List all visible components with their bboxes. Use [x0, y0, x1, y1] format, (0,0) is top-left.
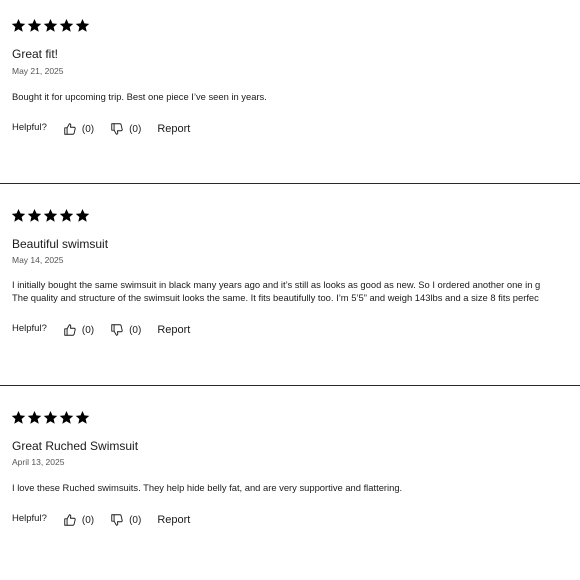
review-body-line: Bought it for upcoming trip. Best one pi…	[12, 91, 267, 102]
star-icon	[75, 18, 90, 33]
star-rating	[11, 410, 90, 425]
helpful-yes-count: (0)	[81, 514, 95, 526]
review-title: Great fit!	[12, 47, 59, 61]
star-icon	[11, 410, 26, 425]
thumbs-up-icon	[63, 513, 77, 527]
reviews-list: Great fit! May 21, 2025 Bought it for up…	[0, 0, 580, 580]
review-body-line: The quality and structure of the swimsui…	[12, 292, 539, 303]
review-actions: Helpful? (0) (0) Report	[12, 121, 190, 137]
star-icon	[43, 208, 58, 223]
review-body: I love these Ruched swimsuits. They help…	[12, 481, 402, 494]
helpful-label: Helpful?	[12, 512, 47, 524]
review-item: Great Ruched Swimsuit April 13, 2025 I l…	[0, 386, 580, 580]
report-button[interactable]: Report	[157, 123, 190, 135]
star-icon	[59, 208, 74, 223]
review-date: May 21, 2025	[12, 66, 64, 76]
review-title: Great Ruched Swimsuit	[12, 439, 139, 453]
thumbs-down-icon	[110, 323, 124, 337]
star-icon	[59, 18, 74, 33]
star-icon	[27, 208, 42, 223]
review-date: May 14, 2025	[12, 255, 64, 265]
helpful-yes-button[interactable]: (0)	[63, 513, 94, 527]
review-actions: Helpful? (0) (0) Report	[12, 512, 190, 528]
helpful-label: Helpful?	[12, 121, 47, 133]
review-body: Bought it for upcoming trip. Best one pi…	[12, 90, 267, 103]
thumbs-up-icon	[63, 122, 77, 136]
helpful-yes-count: (0)	[81, 324, 95, 336]
review-title: Beautiful swimsuit	[12, 237, 109, 251]
thumbs-down-icon	[110, 122, 124, 136]
helpful-yes-button[interactable]: (0)	[63, 323, 94, 337]
star-icon	[75, 410, 90, 425]
review-body-line: I initially bought the same swimsuit in …	[12, 279, 541, 290]
review-item: Beautiful swimsuit May 14, 2025 I initia…	[0, 184, 580, 385]
helpful-yes-button[interactable]: (0)	[63, 122, 94, 136]
report-button[interactable]: Report	[157, 514, 190, 526]
star-icon	[75, 208, 90, 223]
star-rating	[11, 208, 90, 223]
report-button[interactable]: Report	[157, 324, 190, 336]
review-date: April 13, 2025	[12, 457, 65, 467]
star-icon	[43, 18, 58, 33]
helpful-no-button[interactable]: (0)	[110, 513, 141, 527]
helpful-no-count: (0)	[129, 123, 142, 135]
review-body: I initially bought the same swimsuit in …	[12, 278, 540, 304]
review-item: Great fit! May 21, 2025 Bought it for up…	[0, 0, 580, 183]
review-body-line: I love these Ruched swimsuits. They help…	[12, 482, 403, 493]
helpful-yes-count: (0)	[81, 123, 95, 135]
helpful-no-button[interactable]: (0)	[110, 323, 141, 337]
helpful-label: Helpful?	[12, 322, 47, 334]
star-icon	[59, 410, 74, 425]
review-actions: Helpful? (0) (0) Report	[12, 322, 190, 338]
star-icon	[11, 208, 26, 223]
star-icon	[27, 18, 42, 33]
star-icon	[11, 18, 26, 33]
helpful-no-count: (0)	[129, 514, 142, 526]
thumbs-down-icon	[110, 513, 124, 527]
star-rating	[11, 18, 90, 33]
star-icon	[27, 410, 42, 425]
helpful-no-count: (0)	[129, 324, 142, 336]
star-icon	[43, 410, 58, 425]
thumbs-up-icon	[63, 323, 77, 337]
helpful-no-button[interactable]: (0)	[110, 122, 141, 136]
